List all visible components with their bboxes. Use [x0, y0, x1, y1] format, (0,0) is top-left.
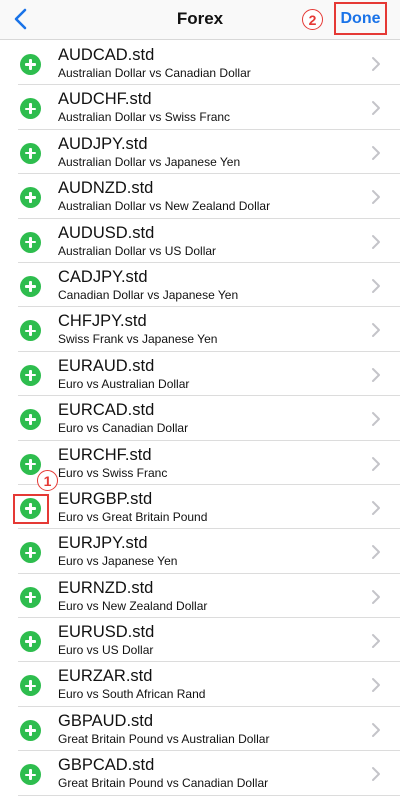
done-button[interactable]: Done — [334, 2, 387, 35]
symbol-description: Australian Dollar vs New Zealand Dollar — [58, 199, 271, 214]
symbol-description: Euro vs South African Rand — [58, 687, 206, 702]
symbol-description: Euro vs Canadian Dollar — [58, 421, 189, 436]
symbol-name: GBPAUD.std — [58, 711, 154, 730]
add-symbol-icon[interactable] — [20, 497, 41, 519]
add-symbol-icon[interactable] — [20, 275, 41, 297]
chevron-right-icon[interactable] — [370, 321, 382, 339]
add-symbol-icon[interactable] — [20, 320, 41, 342]
symbol-name: EURJPY.std — [58, 534, 148, 553]
symbol-name: AUDCAD.std — [58, 46, 155, 64]
symbol-row[interactable]: AUDCHF.std Australian Dollar vs Swiss Fra… — [0, 85, 400, 131]
chevron-right-icon[interactable] — [370, 588, 382, 606]
add-symbol-icon[interactable] — [20, 719, 41, 741]
symbol-description: Euro vs Japanese Yen — [58, 554, 178, 569]
symbol-list: AUDCAD.std Australian Dollar vs Canadian … — [0, 41, 400, 797]
chevron-right-icon[interactable] — [370, 676, 382, 694]
add-symbol-icon[interactable] — [20, 409, 41, 431]
add-symbol-icon[interactable] — [20, 542, 41, 564]
symbol-name: EURCHF.std — [58, 445, 152, 464]
symbol-name: EURUSD.std — [58, 623, 155, 642]
symbol-name: AUDJPY.std — [58, 134, 148, 153]
add-symbol-icon[interactable] — [20, 364, 41, 386]
symbol-row[interactable]: GBPAUD.std Great Britain Pound vs Austral… — [0, 707, 400, 752]
chevron-right-icon[interactable] — [370, 455, 382, 473]
symbol-name: AUDUSD.std — [58, 223, 155, 242]
symbol-row[interactable]: CHFJPY.std Swiss Frank vs Japanese Yen — [0, 307, 400, 353]
symbol-description: Canadian Dollar vs Japanese Yen — [58, 287, 239, 302]
chevron-right-icon[interactable] — [370, 233, 382, 251]
chevron-right-icon[interactable] — [370, 499, 382, 517]
chevron-right-icon[interactable] — [370, 188, 382, 206]
add-symbol-icon[interactable] — [20, 631, 41, 653]
symbol-name: EURAUD.std — [58, 356, 155, 375]
add-symbol-icon[interactable] — [20, 453, 41, 475]
chevron-right-icon[interactable] — [370, 277, 382, 295]
symbol-row[interactable]: EURUSD.std Euro vs US Dollar — [0, 618, 400, 663]
symbol-name: CHFJPY.std — [58, 312, 147, 331]
symbol-description: Great Britain Pound vs Australian Dollar — [58, 731, 270, 746]
symbol-description: Australian Dollar vs Swiss Franc — [58, 110, 231, 125]
symbol-description: Australian Dollar vs Japanese Yen — [58, 154, 241, 169]
symbol-row[interactable]: EURCHF.std Euro vs Swiss Franc — [0, 441, 400, 486]
symbol-row[interactable]: CADJPY.std Canadian Dollar vs Japanese Ye… — [0, 263, 400, 308]
add-symbol-icon[interactable] — [20, 586, 41, 608]
symbol-row[interactable]: GBPCAD.std Great Britain Pound vs Canadia… — [0, 751, 400, 797]
add-symbol-icon[interactable] — [20, 675, 41, 697]
symbol-description: Australian Dollar vs Canadian Dollar — [58, 66, 251, 80]
symbol-description: Great Britain Pound vs Canadian Dollar — [58, 776, 269, 791]
chevron-right-icon[interactable] — [370, 721, 382, 739]
add-symbol-icon[interactable] — [20, 98, 41, 120]
symbol-row[interactable]: EURNZD.std Euro vs New Zealand Dollar — [0, 574, 400, 619]
chevron-right-icon[interactable] — [370, 55, 382, 73]
add-symbol-icon[interactable] — [20, 187, 41, 209]
symbol-row[interactable]: EURZAR.std Euro vs South African Rand — [0, 662, 400, 708]
chevron-right-icon[interactable] — [370, 99, 382, 117]
chevron-right-icon[interactable] — [370, 543, 382, 561]
symbol-name: EURZAR.std — [58, 667, 153, 686]
symbol-description: Swiss Frank vs Japanese Yen — [58, 332, 218, 347]
symbol-name: CADJPY.std — [58, 267, 148, 286]
chevron-right-icon[interactable] — [370, 144, 382, 162]
symbol-description: Euro vs Swiss Franc — [58, 465, 168, 480]
add-symbol-icon[interactable] — [20, 764, 41, 786]
symbol-name: AUDCHF.std — [58, 90, 152, 109]
chevron-right-icon[interactable] — [370, 632, 382, 650]
symbol-row[interactable]: EURJPY.std Euro vs Japanese Yen — [0, 529, 400, 575]
symbol-row[interactable]: AUDCAD.std Australian Dollar vs Canadian … — [0, 41, 400, 86]
add-symbol-icon[interactable] — [20, 142, 41, 164]
symbol-name: AUDNZD.std — [58, 179, 154, 198]
chevron-right-icon[interactable] — [370, 410, 382, 428]
symbol-description: Euro vs Australian Dollar — [58, 376, 190, 391]
done-button-label: Done — [340, 9, 381, 27]
symbol-row[interactable]: AUDNZD.std Australian Dollar vs New Zeala… — [0, 174, 400, 219]
symbol-description: Euro vs New Zealand Dollar — [58, 598, 208, 613]
symbol-row[interactable]: EURGBP.std Euro vs Great Britain Pound — [0, 485, 400, 530]
symbol-name: EURGBP.std — [58, 489, 153, 508]
add-symbol-icon[interactable] — [20, 54, 41, 75]
step-2-badge: 2 — [302, 9, 323, 30]
symbol-row[interactable]: EURCAD.std Euro vs Canadian Dollar — [0, 396, 400, 441]
symbol-row[interactable]: AUDUSD.std Australian Dollar vs US Dollar — [0, 219, 400, 264]
symbol-description: Euro vs US Dollar — [58, 643, 154, 658]
symbol-name: GBPCAD.std — [58, 756, 155, 775]
symbol-name: EURCAD.std — [58, 401, 155, 420]
symbol-name: EURNZD.std — [58, 578, 154, 597]
symbol-description: Australian Dollar vs US Dollar — [58, 243, 217, 258]
add-symbol-icon[interactable] — [20, 231, 41, 253]
symbol-description: Euro vs Great Britain Pound — [58, 509, 208, 524]
chevron-right-icon[interactable] — [370, 765, 382, 783]
chevron-right-icon[interactable] — [370, 366, 382, 384]
navigation-bar: Forex 2 Done — [0, 0, 400, 40]
symbol-row[interactable]: EURAUD.std Euro vs Australian Dollar — [0, 352, 400, 397]
symbol-row[interactable]: AUDJPY.std Australian Dollar vs Japanese … — [0, 130, 400, 175]
step-1-badge: 1 — [37, 470, 58, 491]
